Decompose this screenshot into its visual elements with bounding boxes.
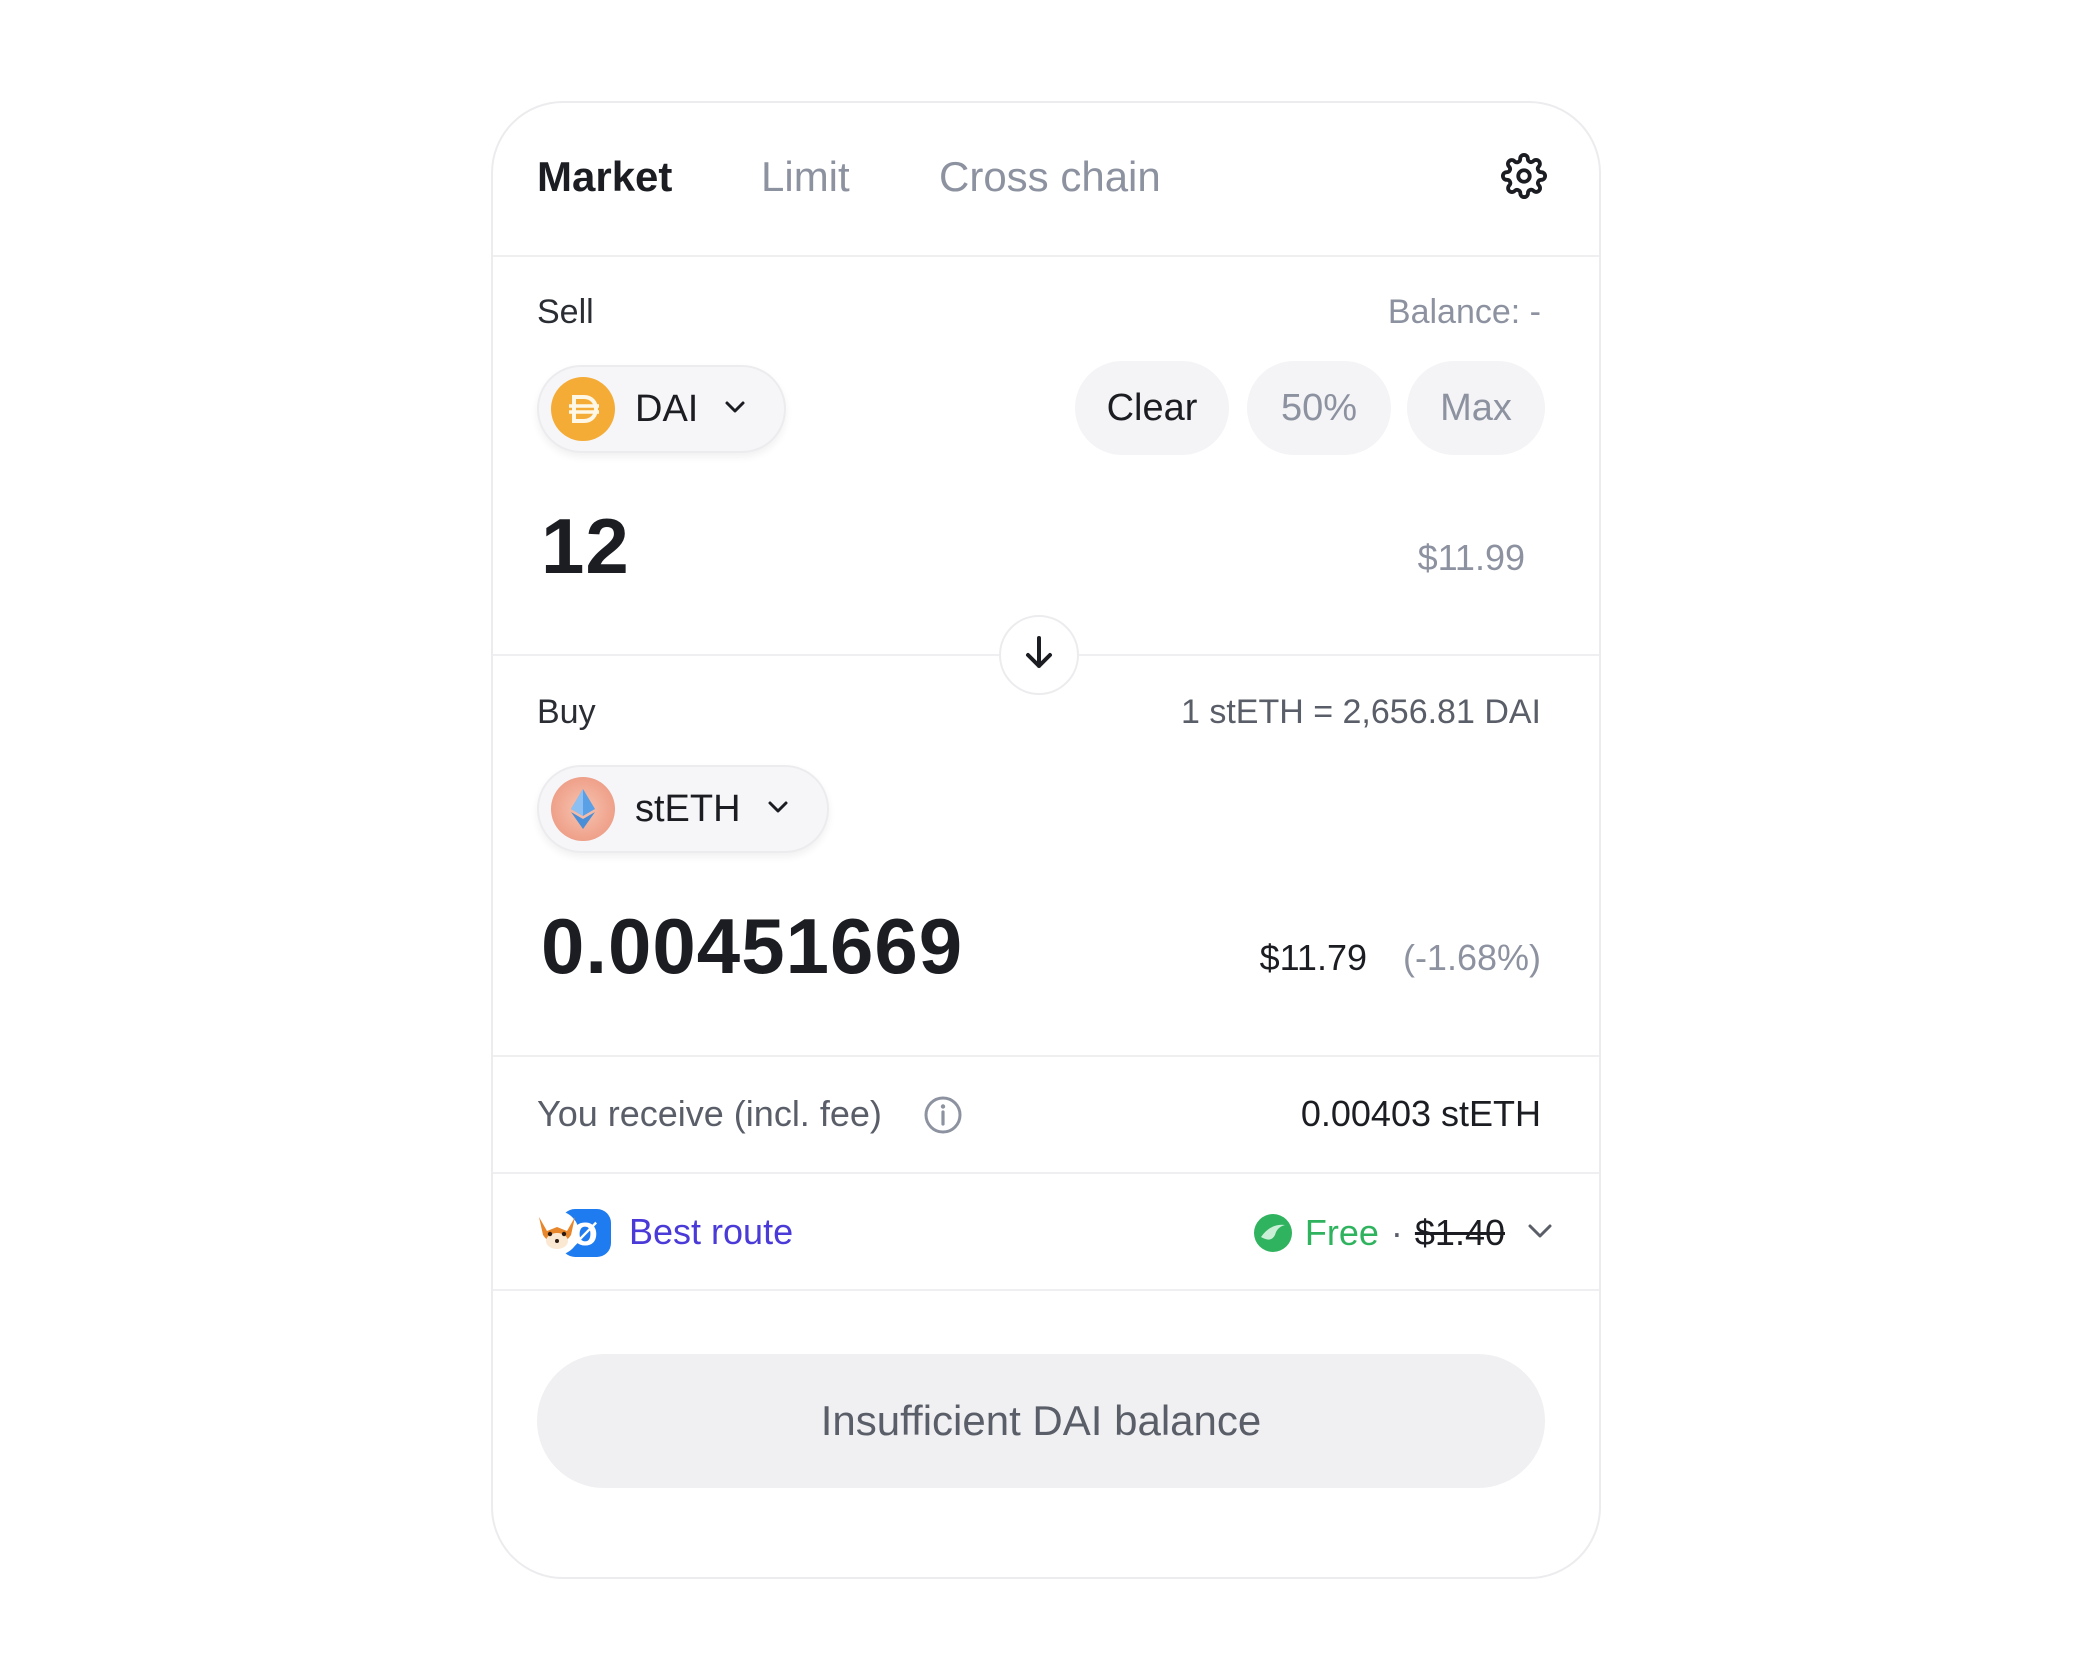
buy-usd-value: $11.79 (1259, 937, 1367, 978)
sell-token-name: DAI (635, 387, 699, 430)
sell-usd-value: $11.99 (1417, 537, 1525, 578)
dai-token-icon (551, 377, 615, 441)
gear-icon[interactable] (1501, 153, 1547, 199)
fee-summary[interactable]: Free · $1.40 (1253, 1205, 1553, 1261)
price-impact: (-1.68%) (1402, 937, 1541, 978)
chevron-down-icon (724, 400, 746, 419)
buy-token-selector[interactable]: stETH (537, 765, 829, 853)
max-button[interactable]: Max (1407, 361, 1545, 455)
section-divider (493, 1055, 1599, 1057)
fee-free-label: Free (1304, 1212, 1379, 1253)
best-route-link[interactable]: Best route (629, 1211, 793, 1253)
chevron-down-icon (1527, 1223, 1553, 1244)
gas-free-icon (1253, 1213, 1293, 1253)
section-divider (493, 1172, 1599, 1174)
receive-label: You receive (incl. fee) (537, 1093, 882, 1134)
tab-limit[interactable]: Limit (761, 147, 850, 207)
tab-cross-chain[interactable]: Cross chain (939, 147, 1161, 207)
chevron-down-icon (767, 800, 789, 819)
section-divider (493, 1289, 1599, 1291)
sell-label: Sell (537, 293, 594, 331)
sell-token-selector[interactable]: DAI (537, 365, 787, 453)
swap-widget: Market Limit Cross chain Sell Balance: -… (491, 101, 1601, 1579)
buy-label: Buy (537, 693, 596, 731)
route-provider-icon: Ø (533, 1205, 613, 1261)
half-button[interactable]: 50% (1247, 361, 1391, 455)
arrow-down-icon (1022, 634, 1056, 677)
exchange-rate[interactable]: 1 stETH = 2,656.81 DAI (1181, 693, 1541, 732)
swap-direction-button[interactable] (999, 615, 1079, 695)
swap-tabs: Market Limit Cross chain (493, 103, 1599, 257)
buy-token-name: stETH (635, 787, 741, 830)
tab-market[interactable]: Market (537, 147, 672, 207)
insufficient-balance-button[interactable]: Insufficient DAI balance (537, 1354, 1545, 1488)
original-fee: $1.40 (1414, 1212, 1505, 1253)
steth-token-icon (551, 777, 615, 841)
sell-amount-input[interactable]: 12 (541, 501, 630, 592)
fee-separator: · (1390, 1212, 1403, 1253)
buy-amount: 0.00451669 (541, 902, 964, 990)
sell-balance: Balance: - (1387, 293, 1541, 331)
clear-button[interactable]: Clear (1075, 361, 1229, 455)
info-icon[interactable] (923, 1095, 963, 1135)
receive-value: 0.00403 stETH (1300, 1093, 1541, 1134)
